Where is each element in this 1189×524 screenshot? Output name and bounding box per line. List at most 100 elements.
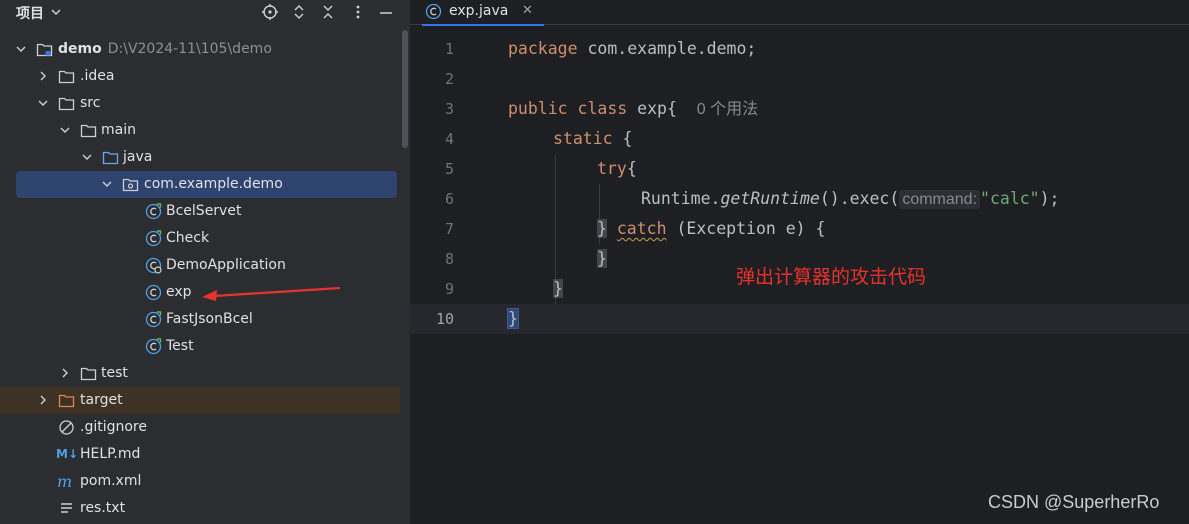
tab-exp-java[interactable]: exp.java ✕ — [422, 0, 544, 26]
spring-boot-class-icon — [145, 257, 162, 274]
tree-item-label: main — [101, 122, 136, 138]
line-number-current: 10 — [435, 310, 454, 328]
get-runtime-method: getRuntime — [720, 189, 820, 208]
red-arrow-annotation — [202, 286, 341, 301]
chevron-right-icon[interactable] — [60, 368, 70, 378]
expand-all-icon[interactable] — [290, 3, 308, 21]
more-options-icon[interactable] — [349, 3, 367, 21]
java-class-icon — [145, 311, 162, 328]
tree-item-demoapplication[interactable]: DemoApplication — [4, 252, 400, 279]
keyword-class: class — [577, 99, 628, 118]
folder-icon — [80, 124, 97, 138]
line-number: 9 — [444, 280, 454, 298]
java-class-icon — [425, 3, 442, 20]
tree-item-src[interactable]: src — [4, 90, 400, 117]
folder-icon — [58, 97, 75, 111]
locate-icon[interactable] — [261, 3, 279, 21]
tree-item-test-folder[interactable]: test — [4, 360, 400, 387]
tree-item-label: HELP.md — [80, 446, 141, 462]
keyword-public: public — [508, 99, 568, 118]
tree-item-package[interactable]: com.example.demo — [16, 171, 397, 198]
java-class-icon — [145, 230, 162, 247]
close-brace-matched: } — [507, 308, 519, 329]
close-brace: } — [597, 219, 607, 238]
ignore-file-icon — [59, 420, 74, 435]
tree-item-label: target — [80, 392, 123, 408]
tree-item-help-md[interactable]: M↓ HELP.md — [4, 441, 400, 468]
usages-hint[interactable]: 0 个用法 — [697, 101, 758, 118]
code-line-6: Runtime.getRuntime().exec(command: "calc"… — [641, 184, 1060, 214]
chevron-down-icon[interactable] — [60, 125, 70, 135]
keyword-catch: catch — [616, 219, 667, 238]
close-icon[interactable]: ✕ — [522, 3, 533, 18]
line-number: 4 — [444, 130, 454, 148]
runtime-class: Runtime. — [641, 189, 721, 208]
maven-file-icon: m — [57, 472, 73, 491]
keyword-package: package — [508, 39, 578, 58]
code-line-3: public class exp{ 0 个用法 — [508, 94, 758, 124]
tree-item-idea[interactable]: .idea — [4, 63, 400, 90]
tree-item-bcelservet[interactable]: BcelServet — [4, 198, 400, 225]
chevron-right-icon[interactable] — [38, 71, 48, 81]
line-number: 3 — [444, 100, 454, 118]
chevron-down-icon[interactable] — [16, 44, 26, 54]
tree-item-pom[interactable]: m pom.xml — [4, 468, 400, 495]
tab-label: exp.java — [449, 3, 509, 19]
line-number: 5 — [444, 160, 454, 178]
open-brace: { — [622, 129, 633, 148]
source-folder-icon — [102, 151, 119, 165]
module-folder-icon — [36, 43, 53, 57]
collapse-all-icon[interactable] — [319, 3, 337, 21]
module-path: D:\V2024-11\105\demo — [107, 41, 272, 57]
keyword-static: static — [553, 129, 613, 148]
chevron-right-icon[interactable] — [38, 395, 48, 405]
tree-item-gitignore[interactable]: .gitignore — [4, 414, 400, 441]
scrollbar-thumb[interactable] — [402, 30, 408, 148]
exec-call: ().exec( — [819, 189, 900, 208]
java-class-icon — [145, 338, 162, 355]
tree-item-fastjsonbcel[interactable]: FastJsonBcel — [4, 306, 400, 333]
code-line-9: } — [553, 274, 563, 304]
catch-clause: (Exception e) { — [666, 219, 826, 238]
package-icon — [122, 178, 139, 192]
tree-item-label: src — [80, 95, 101, 111]
tree-item-check[interactable]: Check — [4, 225, 400, 252]
project-header: 项目 — [0, 0, 400, 24]
open-brace: { — [666, 99, 677, 118]
tree-item-label: Check — [166, 230, 210, 246]
line-number: 1 — [444, 40, 454, 58]
project-view-title[interactable]: 项目 — [16, 3, 44, 23]
chevron-down-icon[interactable] — [102, 179, 112, 189]
folder-icon — [80, 367, 97, 381]
tree-item-label: exp — [166, 284, 192, 300]
string-literal: "calc" — [980, 189, 1040, 208]
project-tool-window: 项目 demo D:\V2024-11\105\demo .idea src m… — [0, 0, 400, 524]
code-line-7: } catch (Exception e) { — [597, 214, 826, 244]
tree-item-label: test — [101, 365, 128, 381]
tree-item-demo[interactable]: demo D:\V2024-11\105\demo — [4, 36, 400, 63]
annotation-note: 弹出计算器的攻击代码 — [736, 266, 927, 288]
line-number: 7 — [444, 220, 454, 238]
chevron-down-icon[interactable] — [82, 152, 92, 162]
tree-item-label: FastJsonBcel — [166, 311, 253, 327]
tree-item-res-txt[interactable]: res.txt — [4, 495, 400, 522]
hide-icon[interactable] — [377, 3, 395, 21]
tree-item-target[interactable]: target — [0, 387, 400, 414]
tree-item-label: .gitignore — [80, 419, 147, 435]
tree-item-java[interactable]: java — [4, 144, 400, 171]
java-class-icon — [145, 203, 162, 220]
chevron-down-icon[interactable] — [38, 98, 48, 108]
tree-item-main[interactable]: main — [4, 117, 400, 144]
tree-item-label: BcelServet — [166, 203, 242, 219]
tree-item-label: com.example.demo — [144, 176, 283, 192]
chevron-down-icon[interactable] — [50, 6, 62, 18]
tree-item-label: .idea — [80, 68, 115, 84]
sidebar-scrollbar[interactable] — [400, 0, 410, 524]
code-line-1: package com.example.demo; — [508, 34, 756, 64]
package-name: com.example.demo; — [577, 39, 757, 58]
tree-item-label: Test — [166, 338, 194, 354]
tree-item-test-class[interactable]: Test — [4, 333, 400, 360]
close-brace: } — [597, 249, 607, 268]
statement-end: ); — [1039, 189, 1060, 208]
text-file-icon — [61, 503, 72, 513]
